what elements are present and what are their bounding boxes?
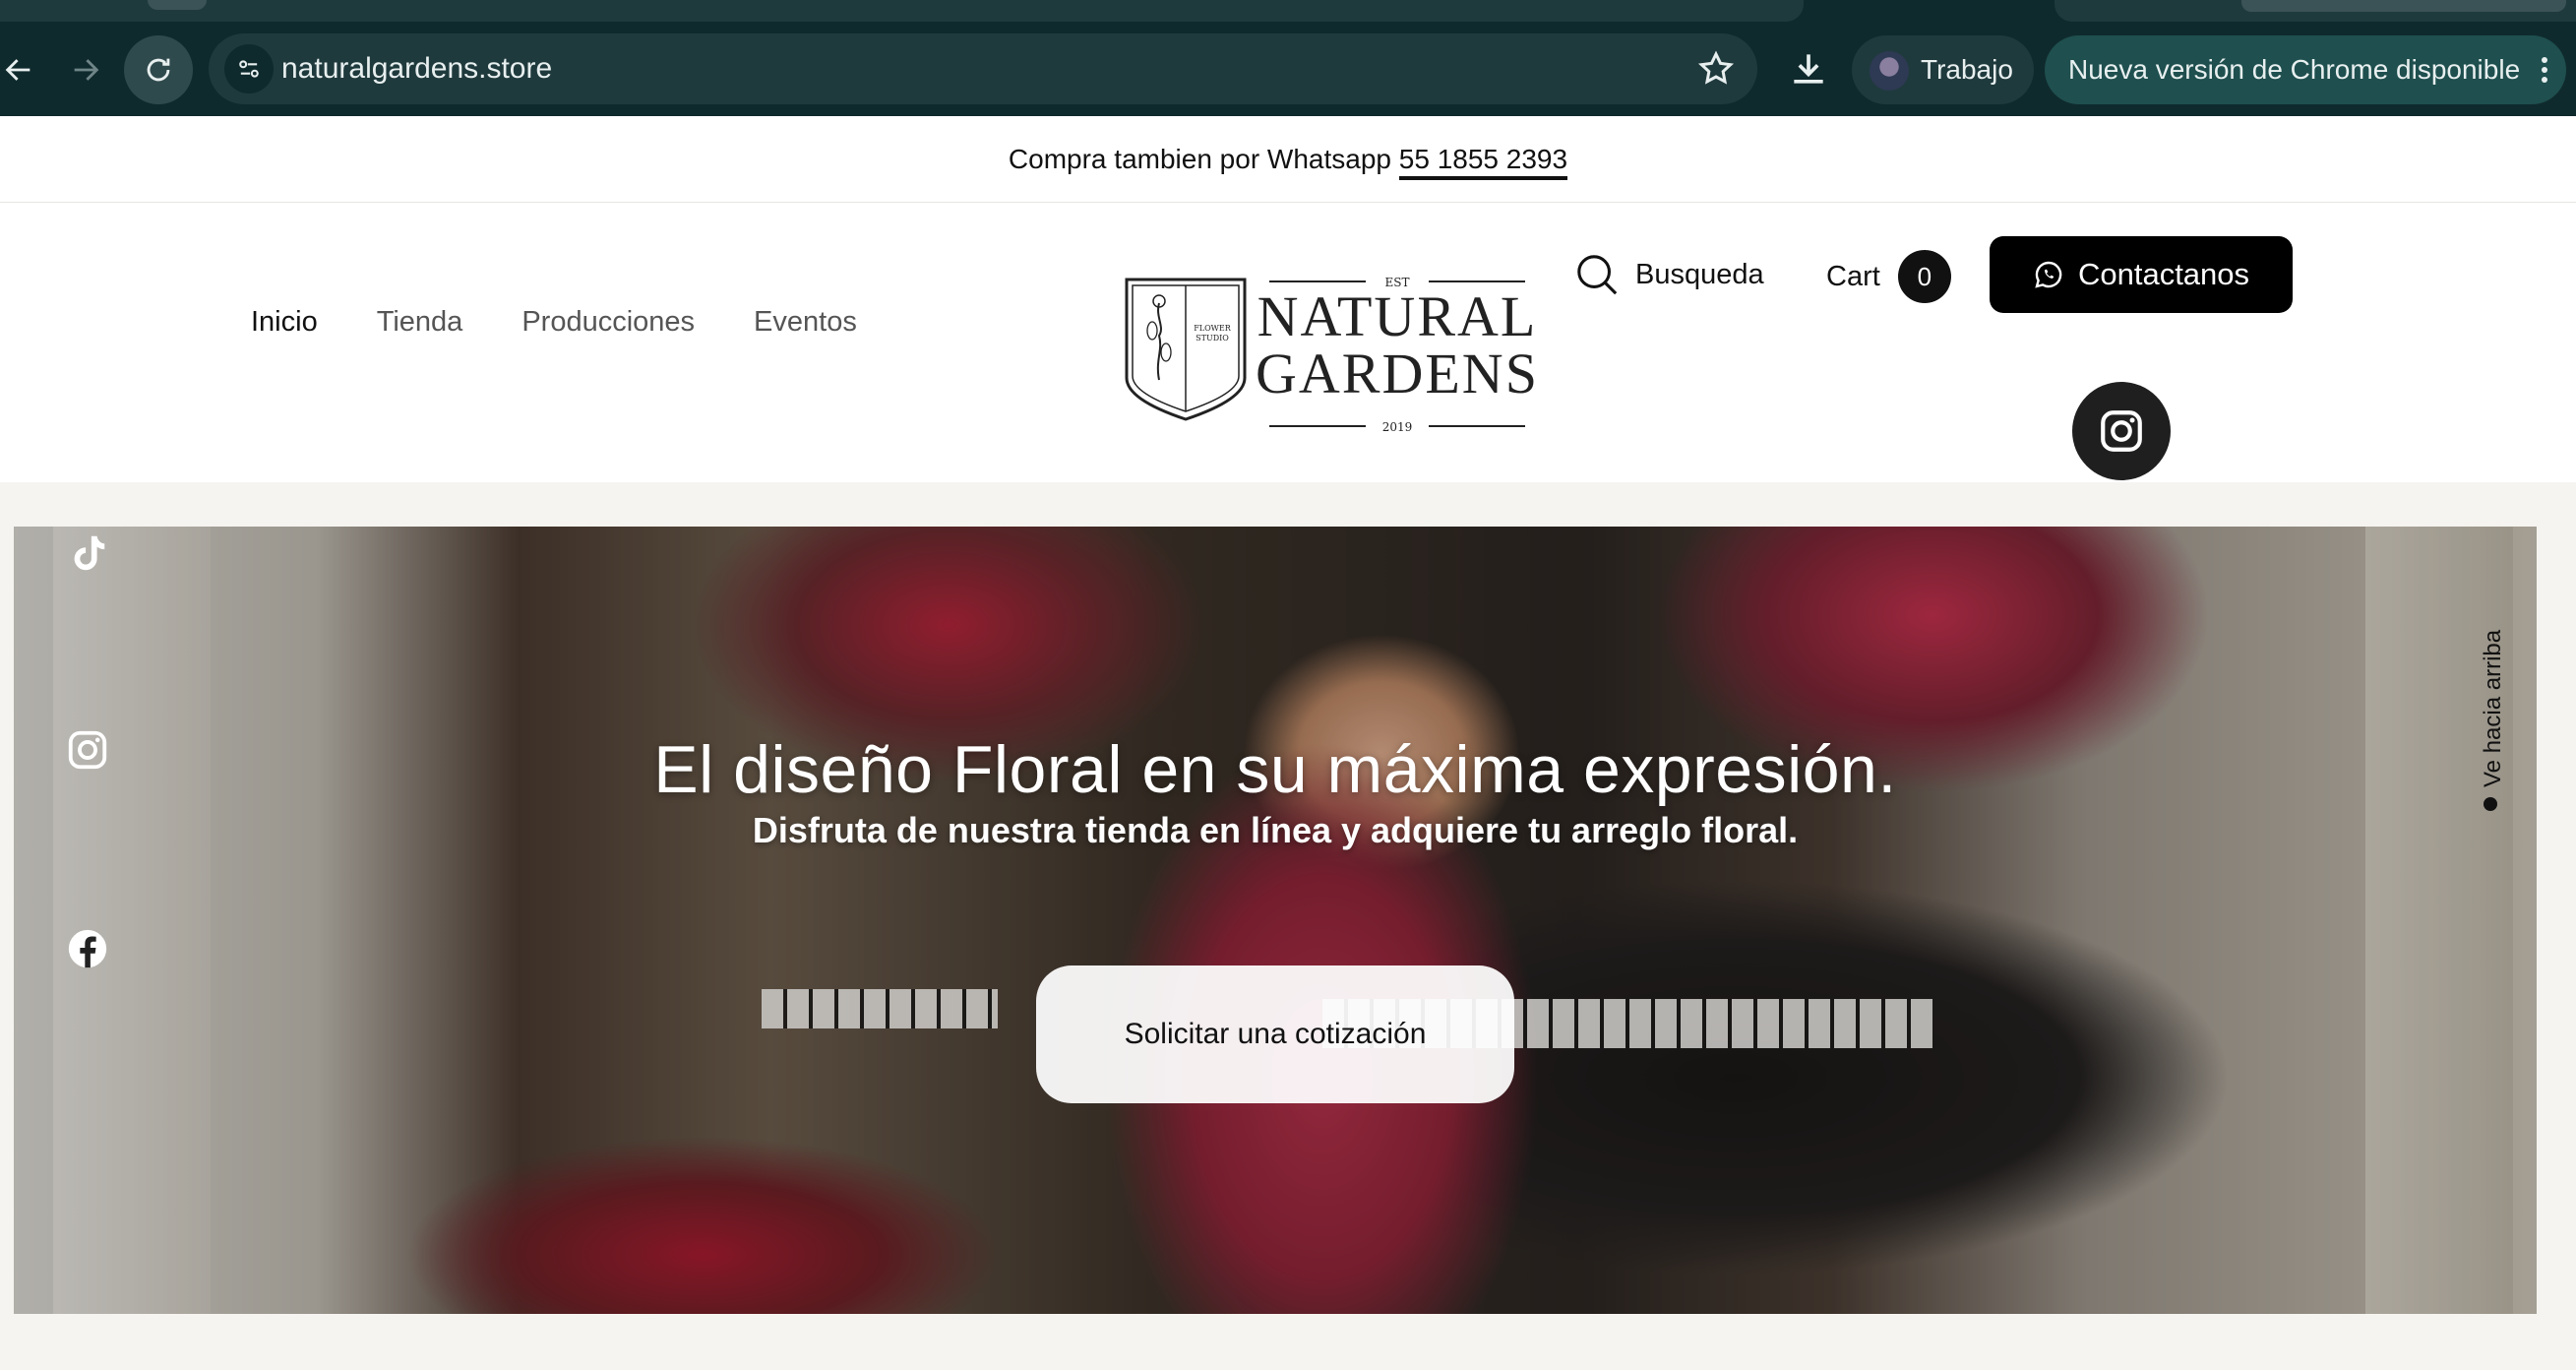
logo-line-2: GARDENS (1256, 342, 1535, 405)
whatsapp-phone-link[interactable]: 55 1855 2393 (1398, 144, 1568, 180)
address-bar[interactable]: naturalgardens.store (209, 33, 1757, 104)
shield-text-2: STUDIO (1196, 334, 1229, 342)
forward-button[interactable] (51, 35, 120, 104)
hero-title: El diseño Floral en su máxima expresión. (653, 732, 1897, 807)
nav-item-eventos[interactable]: Eventos (754, 306, 857, 339)
bookmark-star-icon[interactable] (1696, 49, 1736, 89)
kebab-menu-icon[interactable] (2541, 57, 2548, 83)
nav-item-inicio[interactable]: Inicio (251, 306, 318, 339)
hero-overlay (14, 527, 2537, 1314)
search-label: Busqueda (1635, 258, 1764, 290)
cart-count-badge: 0 (1897, 250, 1951, 303)
reload-button[interactable] (124, 35, 193, 104)
update-label: Nueva versión de Chrome disponible (2068, 54, 2521, 85)
browser-chrome: naturalgardens.store Trabajo Nueva versi… (0, 0, 2576, 116)
profile-button[interactable]: Trabajo (1852, 35, 2034, 104)
chrome-update-button[interactable]: Nueva versión de Chrome disponible (2045, 35, 2566, 104)
search-icon (1577, 255, 1618, 295)
tiktok-icon (74, 535, 105, 571)
avatar (1870, 51, 1909, 91)
back-to-top-link[interactable]: Ve hacia arriba (2464, 605, 2523, 822)
profile-label: Trabajo (1921, 54, 2013, 85)
back-to-top-label: Ve hacia arriba (2480, 629, 2506, 787)
cart-label: Cart (1826, 260, 1880, 292)
back-to-top-dot-icon (2484, 797, 2497, 811)
reload-icon (147, 58, 170, 82)
announcement-text: Compra tambien por Whatsapp (1008, 144, 1391, 174)
announcement-bar: Compra tambien por Whatsapp 55 1855 2393 (0, 116, 2576, 203)
facebook-link[interactable] (63, 924, 112, 973)
tab-strip (0, 0, 1804, 22)
instagram-floating-button[interactable] (2072, 382, 2171, 480)
tiktok-link[interactable] (63, 529, 112, 578)
shield-text-1: FLOWER (1194, 324, 1231, 333)
nav-item-tienda[interactable]: Tienda (377, 306, 463, 339)
whatsapp-icon (2035, 261, 2062, 288)
hero-subtitle: Disfruta de nuestra tienda en línea y ad… (752, 810, 1799, 850)
contact-button[interactable]: Contactanos (1990, 236, 2293, 313)
natural-gardens-logo[interactable]: FLOWER STUDIO EST NATURAL GARDENS 2019 (1122, 262, 1535, 439)
site-header: Inicio Tienda Producciones Eventos FLOWE… (0, 203, 2576, 482)
request-quote-button[interactable]: Solicitar una cotización (1036, 965, 1514, 1103)
download-icon[interactable] (1787, 47, 1830, 91)
facebook-icon (68, 929, 107, 968)
cart-button[interactable]: Cart 0 (1826, 250, 1951, 303)
site-info-icon[interactable] (224, 44, 274, 93)
instagram-icon (2101, 410, 2142, 452)
nav-item-producciones[interactable]: Producciones (521, 306, 695, 339)
tab[interactable] (148, 0, 207, 10)
hero-banner: El diseño Floral en su máxima expresión.… (14, 527, 2537, 1314)
contact-label: Contactanos (2077, 257, 2250, 291)
url-text[interactable]: naturalgardens.store (281, 33, 552, 104)
back-button[interactable] (0, 35, 53, 104)
logo-year: 2019 (1382, 420, 1413, 434)
search-button[interactable]: Busqueda (1574, 252, 1764, 297)
main-nav: Inicio Tienda Producciones Eventos (251, 306, 857, 339)
arrow-left-icon (5, 59, 31, 81)
tab[interactable] (2241, 0, 2566, 12)
logo-line-1: NATURAL (1257, 284, 1535, 348)
arrow-right-icon (74, 59, 99, 81)
